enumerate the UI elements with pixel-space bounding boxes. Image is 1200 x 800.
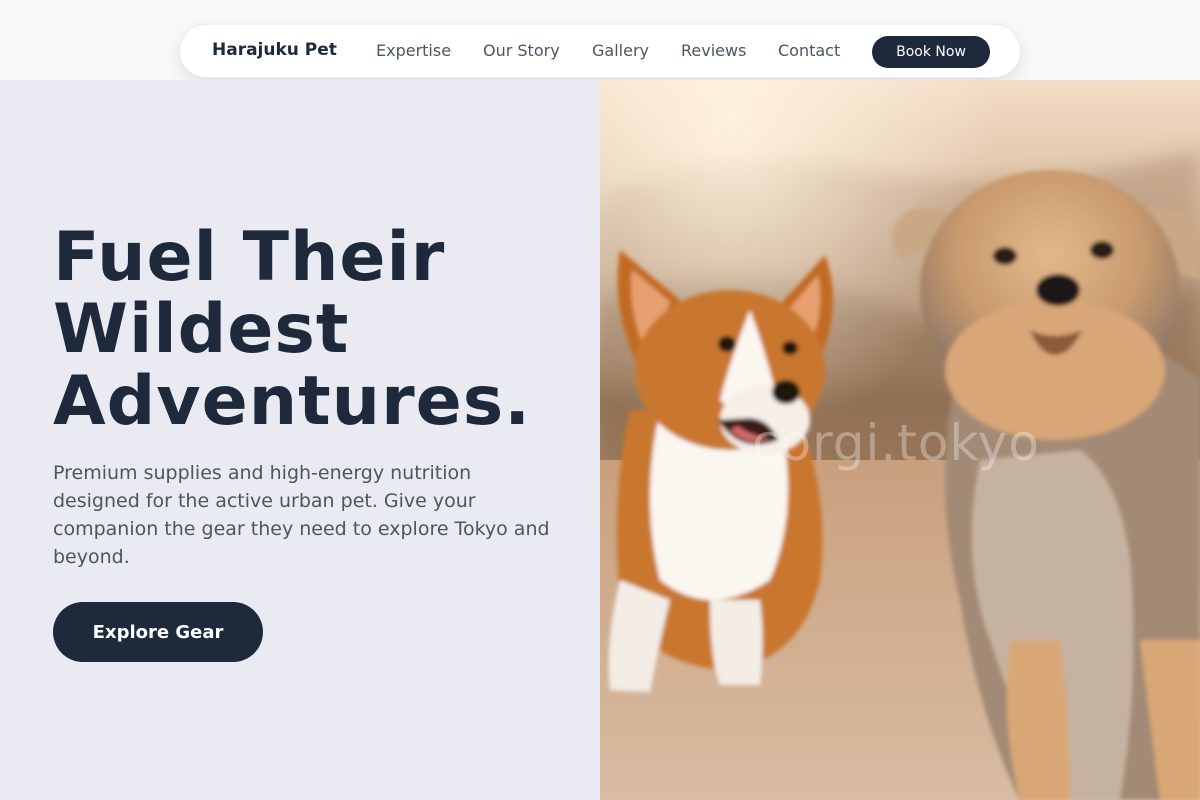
navigation-bar: Harajuku Pet Expertise Our Story Gallery…	[179, 24, 1021, 78]
nav-link-contact[interactable]: Contact	[778, 41, 840, 60]
headline-line-3: Adventures.	[53, 362, 532, 441]
hero-subtext: Premium supplies and high-energy nutriti…	[53, 462, 550, 568]
nav-link-expertise[interactable]: Expertise	[376, 41, 451, 60]
headline-line-1: Fuel Their	[53, 218, 446, 297]
book-now-button[interactable]: Book Now	[872, 36, 990, 68]
hero-headline: Fuel Their Wildest Adventures.	[53, 222, 593, 438]
nav-link-reviews[interactable]: Reviews	[681, 41, 746, 60]
explore-gear-button[interactable]: Explore Gear	[53, 602, 263, 662]
headline-line-2: Wildest	[53, 290, 350, 369]
brand-logo[interactable]: Harajuku Pet	[212, 40, 337, 60]
image-watermark: corgi.tokyo	[752, 414, 1040, 472]
nav-link-our-story[interactable]: Our Story	[483, 41, 560, 60]
nav-link-gallery[interactable]: Gallery	[592, 41, 649, 60]
